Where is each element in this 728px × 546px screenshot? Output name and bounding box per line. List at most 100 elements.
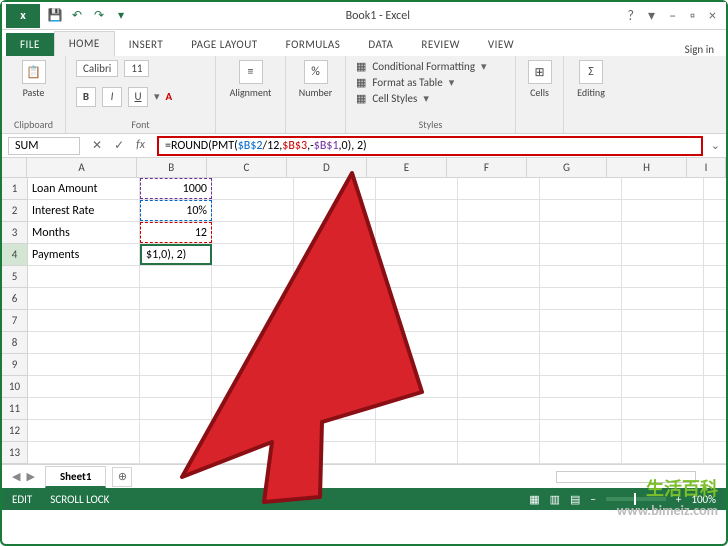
cell-C9[interactable] <box>212 354 294 375</box>
format-as-table-button[interactable]: Format as Table <box>372 76 442 89</box>
sheet-nav-next-icon[interactable]: ▶ <box>26 470 34 483</box>
italic-button[interactable]: I <box>102 87 122 107</box>
tab-page-layout[interactable]: PAGE LAYOUT <box>177 33 271 56</box>
cell-B10[interactable] <box>140 376 212 397</box>
qat-dropdown-icon[interactable]: ▾ <box>114 9 128 23</box>
formula-input[interactable]: =ROUND(PMT($B$2/12,$B$3,-$B$1,0), 2) <box>157 136 703 156</box>
cell-G4[interactable] <box>540 244 622 265</box>
cell-A8[interactable] <box>28 332 140 353</box>
cell-A2[interactable]: Interest Rate <box>28 200 140 221</box>
cell-H1[interactable] <box>622 178 704 199</box>
editing-button[interactable]: Editing <box>577 86 605 99</box>
row-header-10[interactable]: 10 <box>2 376 28 398</box>
tab-review[interactable]: REVIEW <box>407 33 474 56</box>
row-header-4[interactable]: 4 <box>2 244 28 266</box>
col-header-C[interactable]: C <box>207 158 287 177</box>
cell-styles-button[interactable]: Cell Styles <box>372 92 417 105</box>
tab-data[interactable]: DATA <box>354 33 407 56</box>
row-header-13[interactable]: 13 <box>2 442 28 464</box>
name-box[interactable]: SUM <box>8 137 80 155</box>
col-header-G[interactable]: G <box>527 158 607 177</box>
cell-C4[interactable] <box>212 244 294 265</box>
cell-B13[interactable] <box>140 442 212 463</box>
close-button[interactable]: × <box>709 7 716 24</box>
cell-F11[interactable] <box>458 398 540 419</box>
cell-D9[interactable] <box>294 354 376 375</box>
cell-H4[interactable] <box>622 244 704 265</box>
cell-C7[interactable] <box>212 310 294 331</box>
cell-F1[interactable] <box>458 178 540 199</box>
cell-F13[interactable] <box>458 442 540 463</box>
underline-button[interactable]: U <box>128 87 148 107</box>
cell-H8[interactable] <box>622 332 704 353</box>
cell-B9[interactable] <box>140 354 212 375</box>
font-more-icon[interactable]: ▾ <box>154 90 160 103</box>
cell-D3[interactable] <box>294 222 376 243</box>
cell-B11[interactable] <box>140 398 212 419</box>
cancel-formula-icon[interactable]: ✕ <box>92 138 102 153</box>
cell-F4[interactable] <box>458 244 540 265</box>
cell-G13[interactable] <box>540 442 622 463</box>
cell-F2[interactable] <box>458 200 540 221</box>
cell-D4[interactable] <box>294 244 376 265</box>
row-header-12[interactable]: 12 <box>2 420 28 442</box>
cell-F8[interactable] <box>458 332 540 353</box>
alignment-button[interactable]: Alignment <box>230 86 272 99</box>
cell-H11[interactable] <box>622 398 704 419</box>
cell-E6[interactable] <box>376 288 458 309</box>
col-header-H[interactable]: H <box>607 158 687 177</box>
number-icon[interactable]: % <box>304 60 328 84</box>
tab-formulas[interactable]: FORMULAS <box>272 33 355 56</box>
cell-B8[interactable] <box>140 332 212 353</box>
paste-button[interactable]: Paste <box>23 86 45 99</box>
cell-D1[interactable] <box>294 178 376 199</box>
cell-E3[interactable] <box>376 222 458 243</box>
cell-A10[interactable] <box>28 376 140 397</box>
cell-A6[interactable] <box>28 288 140 309</box>
row-header-2[interactable]: 2 <box>2 200 28 222</box>
cell-G1[interactable] <box>540 178 622 199</box>
cell-C3[interactable] <box>212 222 294 243</box>
cell-C10[interactable] <box>212 376 294 397</box>
sheet-tab-sheet1[interactable]: Sheet1 <box>45 466 107 488</box>
cell-D2[interactable] <box>294 200 376 221</box>
number-button[interactable]: Number <box>299 86 332 99</box>
view-pagebreak-icon[interactable]: ▤ <box>570 493 580 506</box>
row-header-5[interactable]: 5 <box>2 266 28 288</box>
enter-formula-icon[interactable]: ✓ <box>114 138 124 153</box>
cell-C13[interactable] <box>212 442 294 463</box>
cell-A4[interactable]: Payments <box>28 244 140 265</box>
cell-D5[interactable] <box>294 266 376 287</box>
row-header-3[interactable]: 3 <box>2 222 28 244</box>
col-header-E[interactable]: E <box>367 158 447 177</box>
cell-G10[interactable] <box>540 376 622 397</box>
cell-A11[interactable] <box>28 398 140 419</box>
row-header-1[interactable]: 1 <box>2 178 28 200</box>
col-header-A[interactable]: A <box>27 158 136 177</box>
cell-F10[interactable] <box>458 376 540 397</box>
font-name-select[interactable]: Calibri <box>76 60 118 77</box>
cell-F3[interactable] <box>458 222 540 243</box>
cell-A5[interactable] <box>28 266 140 287</box>
undo-icon[interactable]: ↶ <box>70 9 84 23</box>
cell-A12[interactable] <box>28 420 140 441</box>
cell-G8[interactable] <box>540 332 622 353</box>
cell-E5[interactable] <box>376 266 458 287</box>
alignment-icon[interactable]: ≡ <box>239 60 263 84</box>
col-header-I[interactable]: I <box>687 158 726 177</box>
cell-C2[interactable] <box>212 200 294 221</box>
expand-formula-bar-icon[interactable]: ⌄ <box>711 139 720 152</box>
sheet-nav-prev-icon[interactable]: ◀ <box>12 470 20 483</box>
row-header-6[interactable]: 6 <box>2 288 28 310</box>
cell-D11[interactable] <box>294 398 376 419</box>
col-header-D[interactable]: D <box>287 158 367 177</box>
cell-G7[interactable] <box>540 310 622 331</box>
cell-B2[interactable]: 10% <box>140 200 212 221</box>
cell-G12[interactable] <box>540 420 622 441</box>
cell-H10[interactable] <box>622 376 704 397</box>
cell-A7[interactable] <box>28 310 140 331</box>
cell-E12[interactable] <box>376 420 458 441</box>
cell-E9[interactable] <box>376 354 458 375</box>
cell-F5[interactable] <box>458 266 540 287</box>
cell-D13[interactable] <box>294 442 376 463</box>
